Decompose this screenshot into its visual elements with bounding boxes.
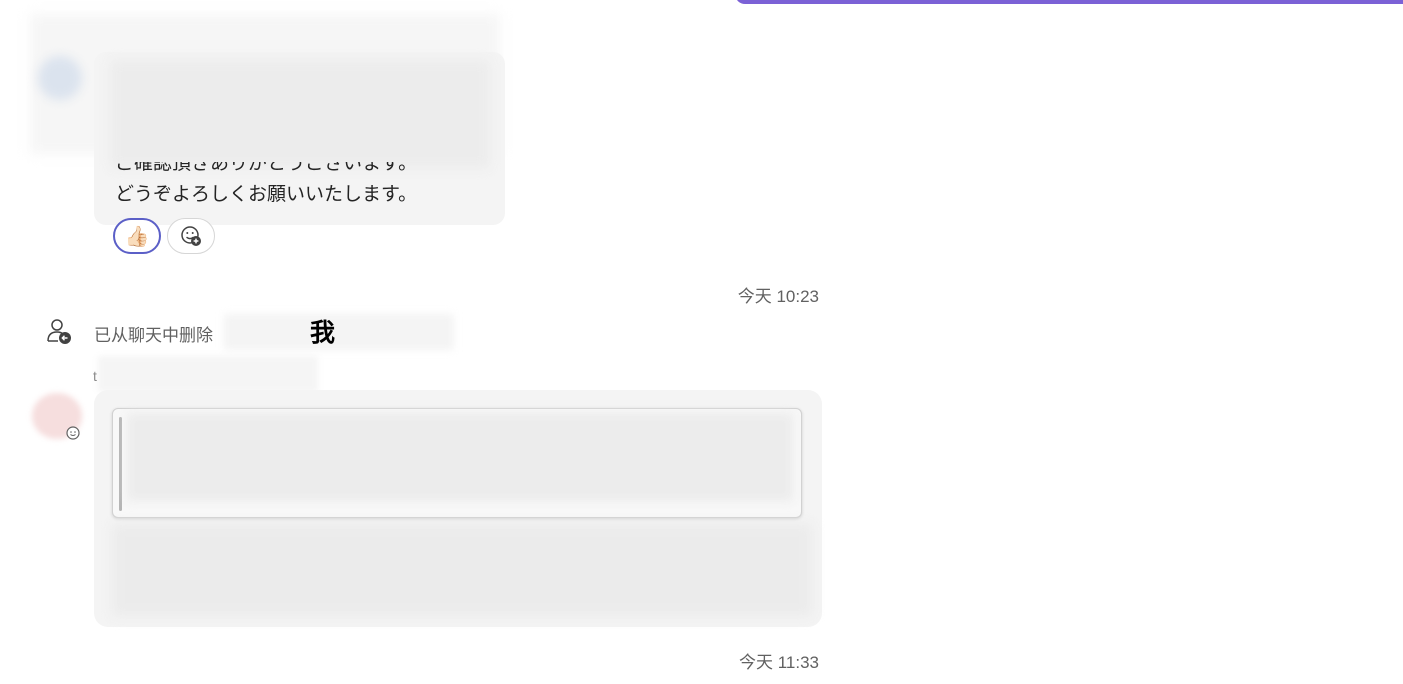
message-line: どうぞよろしくお願いいたします。 — [115, 183, 418, 205]
message-line: ご確認頂きありがとうございます。 — [115, 152, 418, 174]
quoted-message-card[interactable] — [112, 408, 802, 518]
quoted-text-redacted — [127, 413, 793, 501]
thumbs-up-icon: 👍🏻 — [124, 225, 150, 248]
quote-bar — [119, 417, 122, 511]
person-remove-icon — [47, 319, 71, 344]
reaction-thumbs-up-button[interactable]: 👍🏻 — [113, 218, 161, 254]
removed-user-redacted — [224, 314, 454, 350]
sender-name-redacted — [98, 356, 318, 392]
system-event-text: 已从聊天中删除 — [94, 326, 213, 345]
add-reaction-icon — [181, 226, 201, 246]
timestamp: 今天 11:33 — [738, 653, 819, 672]
message-body-redacted — [112, 524, 812, 616]
add-reaction-button[interactable] — [167, 218, 215, 254]
system-event-row: 已从聊天中删除 — [44, 314, 213, 348]
top-accent-bar — [735, 0, 1403, 4]
avatar[interactable] — [38, 56, 82, 100]
message-text: ご確認頂きありがとうございます。 どうぞよろしくお願いいたします。 — [115, 148, 495, 210]
me-label: 我 — [310, 319, 336, 347]
sender-name: t — [93, 368, 97, 384]
timestamp: 今天 10:23 — [737, 287, 819, 306]
status-icon — [66, 426, 80, 440]
reaction-bar: 👍🏻 — [113, 218, 215, 254]
